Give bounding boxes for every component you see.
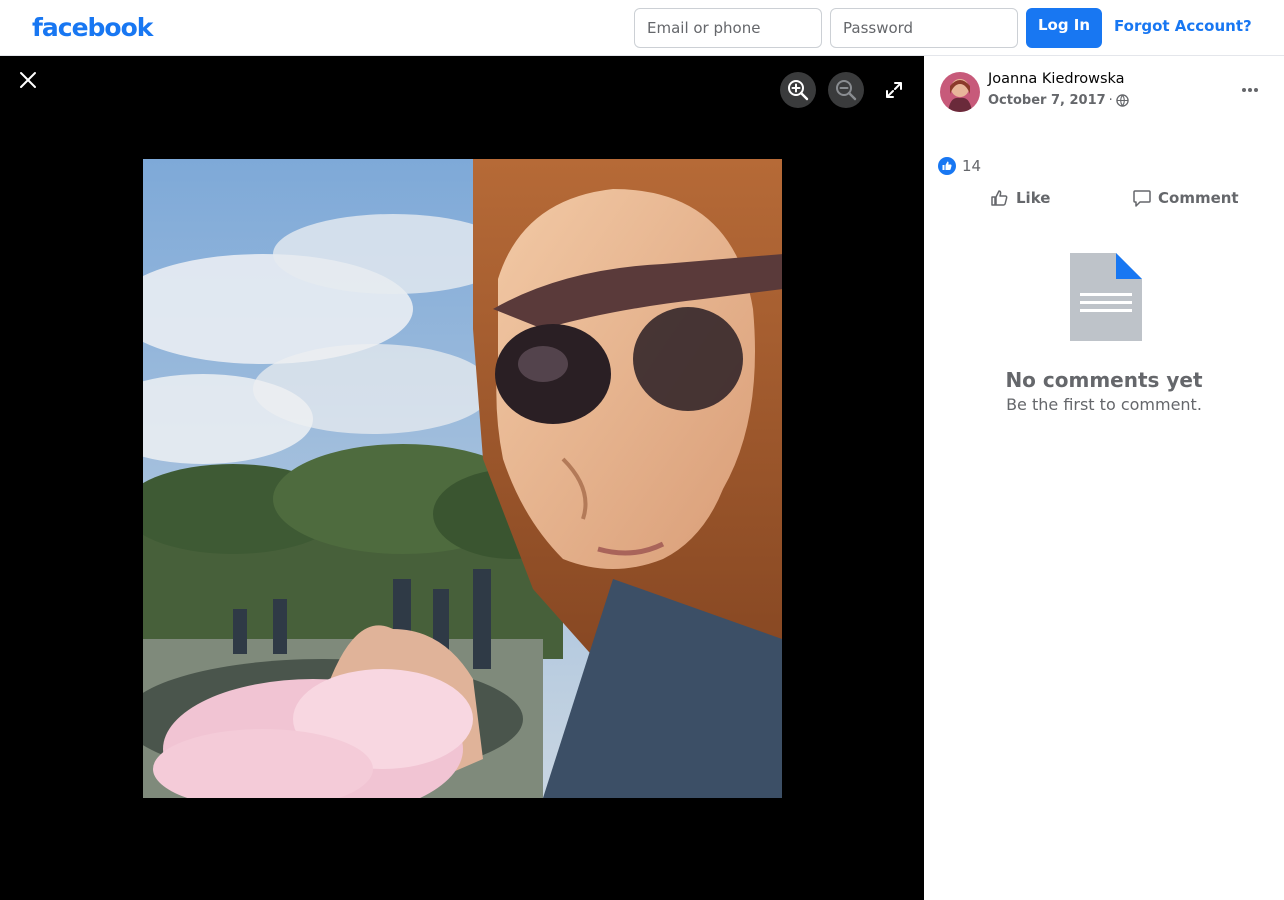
close-icon xyxy=(20,72,36,88)
no-comments-subtitle: Be the first to comment. xyxy=(1006,395,1202,414)
more-options-button[interactable] xyxy=(1236,76,1264,104)
zoom-in-icon xyxy=(788,80,809,101)
more-icon xyxy=(1242,88,1258,92)
reactions-summary[interactable]: 14 xyxy=(938,157,981,175)
post-meta: October 7, 2017 · xyxy=(988,93,1129,108)
like-label: Like xyxy=(1016,189,1051,207)
post-date[interactable]: October 7, 2017 xyxy=(988,93,1106,108)
fullscreen-icon xyxy=(886,82,902,98)
fullscreen-button[interactable] xyxy=(880,76,908,104)
comment-button[interactable]: Comment xyxy=(1132,186,1239,210)
post-photo-image xyxy=(143,159,782,798)
email-field[interactable] xyxy=(634,8,822,48)
like-button[interactable]: Like xyxy=(990,186,1050,210)
avatar-image xyxy=(940,72,980,112)
top-bar: facebook Log In Forgot Account? xyxy=(0,0,1284,56)
post-photo[interactable] xyxy=(143,159,782,798)
login-button[interactable]: Log In xyxy=(1026,8,1102,48)
no-comments-title: No comments yet xyxy=(1005,368,1203,392)
globe-icon xyxy=(1116,94,1129,107)
meta-separator: · xyxy=(1108,93,1113,108)
comment-icon xyxy=(1133,190,1151,207)
comment-label: Comment xyxy=(1158,189,1239,207)
password-field[interactable] xyxy=(830,8,1018,48)
document-icon xyxy=(1070,253,1142,345)
author-name[interactable]: Joanna Kiedrowska xyxy=(988,71,1125,87)
avatar[interactable] xyxy=(940,72,980,112)
forgot-account-link[interactable]: Forgot Account? xyxy=(1114,17,1252,35)
like-reaction-icon xyxy=(938,157,956,175)
zoom-out-button[interactable] xyxy=(828,72,864,108)
thumbs-up-icon xyxy=(991,190,1008,206)
zoom-in-button[interactable] xyxy=(780,72,816,108)
facebook-logo[interactable]: facebook xyxy=(32,13,153,42)
close-button[interactable] xyxy=(14,66,42,94)
reaction-count: 14 xyxy=(962,157,982,175)
post-sidebar: Joanna Kiedrowska October 7, 2017 · 14 L… xyxy=(924,56,1284,900)
photo-viewer xyxy=(0,56,924,900)
zoom-out-icon xyxy=(836,80,857,101)
